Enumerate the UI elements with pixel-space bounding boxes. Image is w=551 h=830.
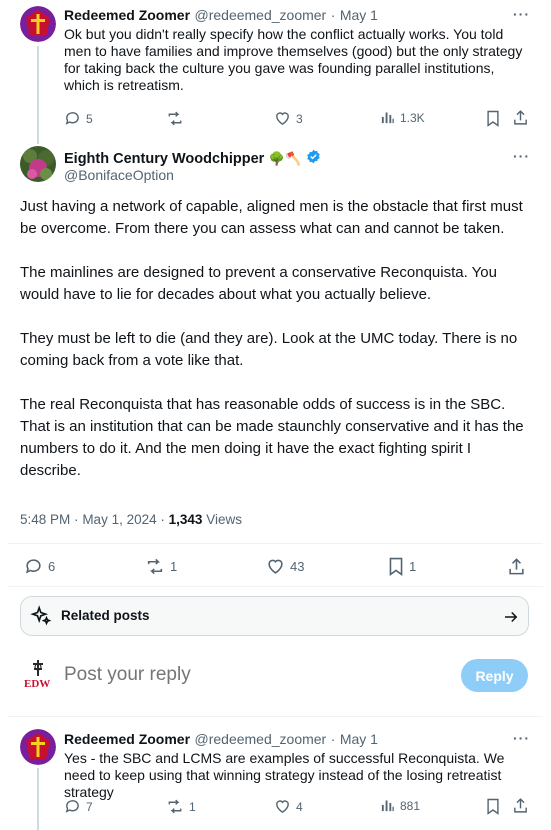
thread-line-top [37,46,39,144]
bookmark-icon [486,798,500,815]
repost-icon [166,110,184,127]
post-date[interactable]: May 1 [340,731,378,747]
verified-badge-icon[interactable] [306,149,321,169]
repost-icon [166,798,184,815]
like-count: 3 [296,111,303,126]
bookmark-count: 1 [409,559,417,574]
author-name[interactable]: Eighth Century Woodchipper [64,151,264,167]
bookmark-action[interactable]: 1 [388,557,416,576]
arrow-right-icon [502,608,520,631]
views-label: Views [206,512,242,527]
paragraph: The mainlines are designed to prevent a … [20,264,497,303]
divider [8,586,543,587]
heart-icon [274,110,291,127]
paragraph: They must be left to die (and they are).… [20,330,518,369]
separator-dot: · [160,512,165,527]
author-name[interactable]: Redeemed Zoomer [64,7,190,23]
divider [8,716,543,717]
reply-action[interactable]: 5 [64,110,93,127]
author-name[interactable]: Redeemed Zoomer [64,731,190,747]
thread-line-bottom [37,768,39,830]
divider [8,543,543,544]
bookmark-action[interactable] [486,110,500,127]
share-icon [512,797,529,814]
reply-button[interactable]: Reply [461,659,528,692]
more-horizontal-icon[interactable]: ··· [513,6,530,22]
author-handle[interactable]: @redeemed_zoomer [195,7,327,23]
avatar-redeemed-zoomer[interactable] [20,729,56,765]
separator-dot: · [330,7,336,23]
share-icon [507,557,526,576]
avatar-redeemed-zoomer[interactable] [20,6,56,42]
reply-count: 6 [48,559,56,574]
name-emoji: 🌳🪓 [268,151,302,167]
author-handle[interactable]: @BonifaceOption [64,167,174,183]
composer-avatar-text: EDW [24,678,51,690]
share-action[interactable] [512,109,529,126]
reply-icon [24,557,43,576]
repost-action[interactable] [166,110,184,127]
sparkle-icon [30,605,52,632]
repost-action[interactable]: 1 [166,798,196,815]
related-posts-card[interactable]: Related posts [20,596,529,636]
post-time[interactable]: 5:48 PM [20,512,70,527]
avatar-eighth-century-woodchipper[interactable] [20,146,56,182]
bookmark-icon [388,557,404,576]
views-action[interactable]: 881 [380,798,420,813]
like-action[interactable]: 43 [266,557,304,576]
views-action[interactable]: 1.3K [380,110,425,125]
reply-icon [64,110,81,127]
heart-icon [274,798,291,815]
top-reply-header: Redeemed Zoomer @redeemed_zoomer · May 1 [64,7,378,25]
like-count: 4 [296,799,303,814]
author-handle[interactable]: @redeemed_zoomer [195,731,327,747]
separator-dot: · [330,731,336,747]
more-horizontal-icon[interactable]: ··· [513,148,530,164]
more-horizontal-icon[interactable]: ··· [513,730,530,746]
views-icon [380,110,395,125]
bookmark-icon [486,110,500,127]
share-action[interactable] [512,797,529,814]
post-date[interactable]: May 1 [340,7,378,23]
views-count: 1.3K [400,110,425,125]
main-post-text: Just having a network of capable, aligne… [20,196,530,482]
views-icon [380,798,395,813]
main-post-header: Eighth Century Woodchipper 🌳🪓 [64,149,321,169]
bookmark-action[interactable] [486,798,500,815]
views-count: 1,343 [168,512,203,527]
reply-count: 5 [86,111,93,126]
paragraph: The real Reconquista that has reasonable… [20,396,524,479]
post-meta: 5:48 PM · May 1, 2024 · 1,343 Views [20,512,242,527]
repost-icon [145,557,165,576]
separator-dot: · [74,512,79,527]
share-icon [512,109,529,126]
composer-avatar[interactable]: EDW [20,658,56,694]
reply-action[interactable]: 6 [24,557,55,576]
like-count: 43 [290,559,305,574]
reply-input[interactable] [64,664,444,686]
post-date[interactable]: May 1, 2024 [82,512,156,527]
bottom-reply-text: Yes - the SBC and LCMS are examples of s… [64,750,505,800]
repost-count: 1 [189,799,196,814]
repost-count: 1 [170,559,178,574]
reply-icon [64,798,81,815]
repost-action[interactable]: 1 [145,557,177,576]
top-reply-text: Ok but you didn't really specify how the… [64,26,523,93]
views-count: 881 [400,798,421,813]
reply-action[interactable]: 7 [64,798,93,815]
like-action[interactable]: 3 [274,110,303,127]
like-action[interactable]: 4 [274,798,303,815]
related-posts-label: Related posts [61,608,150,623]
reply-count: 7 [86,799,93,814]
bottom-reply-header: Redeemed Zoomer @redeemed_zoomer · May 1 [64,731,378,749]
paragraph: Just having a network of capable, aligne… [20,198,523,237]
share-action[interactable] [507,557,526,576]
heart-icon [266,557,285,576]
